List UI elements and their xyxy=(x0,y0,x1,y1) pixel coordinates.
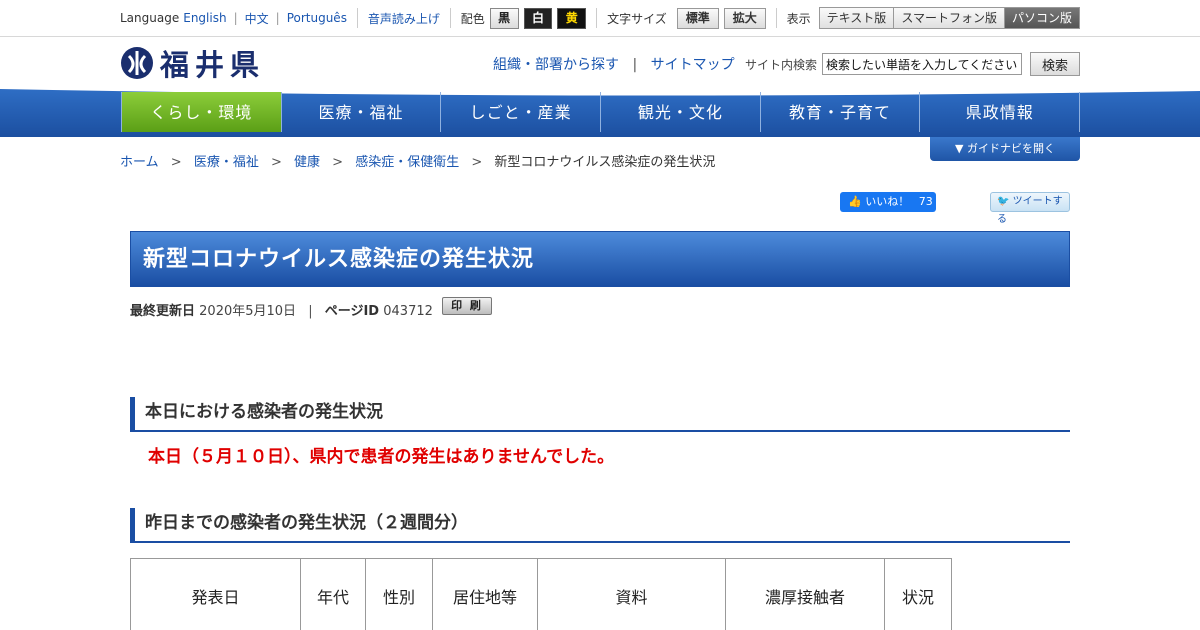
utility-bar: Language English | 中文 | Português 音声読み上げ… xyxy=(0,0,1200,37)
breadcrumb-separator: > xyxy=(471,155,483,170)
utility-bar-inner: Language English | 中文 | Português 音声読み上げ… xyxy=(120,0,1080,36)
org-search-link[interactable]: 組織・部署から探す xyxy=(493,57,619,73)
facebook-like-button[interactable]: 👍 いいね！ 73 xyxy=(840,192,936,212)
color-scheme-label: 配色 xyxy=(460,11,485,26)
nav-item-government[interactable]: 県政情報 xyxy=(920,92,1081,132)
display-pc-button[interactable]: パソコン版 xyxy=(1004,8,1079,28)
page-id-label: ページID xyxy=(324,304,380,319)
breadcrumb-separator: > xyxy=(170,155,182,170)
section-heading-history: 昨日までの感染者の発生状況（２週間分） xyxy=(130,508,1070,543)
site-header: 福井県 組織・部署から探す | サイトマップ サイト内検索 検索 xyxy=(0,37,1200,87)
breadcrumb-separator: > xyxy=(332,155,344,170)
divider xyxy=(596,8,598,28)
header-links: 組織・部署から探す | サイトマップ xyxy=(493,54,735,74)
display-smartphone-button[interactable]: スマートフォン版 xyxy=(894,8,1005,28)
display-mode-group: テキスト版 スマートフォン版 パソコン版 xyxy=(818,7,1080,29)
site-logo-link[interactable]: 福井県 xyxy=(120,42,265,84)
color-white-button[interactable]: 白 xyxy=(523,7,553,29)
page-title-box: 新型コロナウイルス感染症の発生状況 xyxy=(130,231,1070,287)
page-meta: 最終更新日 2020年5月10日 | ページID 043712 xyxy=(130,300,433,319)
section-heading-history-text: 昨日までの感染者の発生状況（２週間分） xyxy=(145,513,468,533)
col-header-status: 状況 xyxy=(884,558,952,630)
site-search-input[interactable] xyxy=(822,53,1022,75)
updated-value: 2020年5月10日 xyxy=(199,304,297,319)
fukui-emblem-icon xyxy=(121,47,153,79)
sitemap-link[interactable]: サイトマップ xyxy=(651,57,735,73)
col-header-age: 年代 xyxy=(300,558,366,630)
breadcrumb-infection[interactable]: 感染症・保健衛生 xyxy=(355,155,459,170)
language-portuguese-link[interactable]: Português xyxy=(287,11,347,25)
separator: | xyxy=(308,304,313,319)
col-header-date: 発表日 xyxy=(130,558,301,630)
divider xyxy=(356,8,358,28)
site-search-button[interactable]: 検索 xyxy=(1030,52,1080,76)
language-chinese-link[interactable]: 中文 xyxy=(245,10,269,27)
color-black-button[interactable]: 黒 xyxy=(489,7,519,29)
divider xyxy=(775,8,777,28)
thumbs-up-icon: 👍 xyxy=(848,195,862,208)
global-nav: くらし・環境 医療・福祉 しごと・産業 観光・文化 教育・子育て 県政情報 xyxy=(121,92,1081,132)
language-english-link[interactable]: English xyxy=(183,11,226,25)
today-notice: 本日（５月１０日）、県内で患者の発生はありませんでした。 xyxy=(148,447,615,467)
tweet-button[interactable]: 🐦 ツイートする xyxy=(990,192,1070,225)
breadcrumb-medical[interactable]: 医療・福祉 xyxy=(194,155,259,170)
breadcrumb-home[interactable]: ホーム xyxy=(120,155,159,170)
col-header-close-contacts: 濃厚接触者 xyxy=(725,558,885,630)
cases-table: 発表日 年代 性別 居住地等 資料 濃厚接触者 状況 xyxy=(130,558,952,630)
divider xyxy=(449,8,451,28)
table-header-row: 発表日 年代 性別 居住地等 資料 濃厚接触者 状況 xyxy=(130,558,952,630)
page-id-value: 043712 xyxy=(383,304,433,319)
like-label: いいね！ xyxy=(865,195,910,208)
page-title: 新型コロナウイルス感染症の発生状況 xyxy=(143,247,535,272)
nav-item-tourism[interactable]: 観光・文化 xyxy=(601,92,761,132)
breadcrumb-current: 新型コロナウイルス感染症の発生状況 xyxy=(494,155,716,170)
like-count: 73 xyxy=(918,195,933,208)
site-name: 福井県 xyxy=(160,48,266,82)
col-header-residence: 居住地等 xyxy=(432,558,538,630)
separator: | xyxy=(275,11,280,25)
nav-item-education[interactable]: 教育・子育て xyxy=(761,92,921,132)
section-heading-today-text: 本日における感染者の発生状況 xyxy=(145,402,383,422)
display-label: 表示 xyxy=(786,11,811,26)
guide-navi-label: ガイドナビを開く xyxy=(966,142,1055,155)
guide-navi-button[interactable]: ▼ ガイドナビを開く xyxy=(930,137,1080,161)
voice-read-link[interactable]: 音声読み上げ xyxy=(368,10,440,27)
breadcrumb-health[interactable]: 健康 xyxy=(294,155,320,170)
triangle-down-icon: ▼ xyxy=(955,142,964,155)
display-text-button[interactable]: テキスト版 xyxy=(819,8,895,28)
text-size-label: 文字サイズ xyxy=(607,11,667,26)
language-label: Language xyxy=(120,11,180,25)
nav-item-living[interactable]: くらし・環境 xyxy=(121,92,282,132)
twitter-bird-icon: 🐦 xyxy=(997,196,1010,207)
print-button[interactable]: 印 刷 xyxy=(442,297,492,315)
text-size-large-button[interactable]: 拡大 xyxy=(723,7,766,29)
col-header-sex: 性別 xyxy=(365,558,433,630)
breadcrumb: ホーム > 医療・福祉 > 健康 > 感染症・保健衛生 > 新型コロナウイルス感… xyxy=(120,151,715,170)
text-size-standard-button[interactable]: 標準 xyxy=(676,7,719,29)
site-search-label: サイト内検索 xyxy=(745,58,818,72)
col-header-documents: 資料 xyxy=(537,558,726,630)
nav-item-medical[interactable]: 医療・福祉 xyxy=(282,92,442,132)
breadcrumb-separator: > xyxy=(270,155,282,170)
color-yellow-button[interactable]: 黄 xyxy=(557,7,587,29)
updated-label: 最終更新日 xyxy=(130,304,196,319)
separator: | xyxy=(233,11,238,25)
separator: | xyxy=(632,57,638,73)
nav-item-work[interactable]: しごと・産業 xyxy=(441,92,602,132)
section-heading-today: 本日における感染者の発生状況 xyxy=(130,397,1070,432)
